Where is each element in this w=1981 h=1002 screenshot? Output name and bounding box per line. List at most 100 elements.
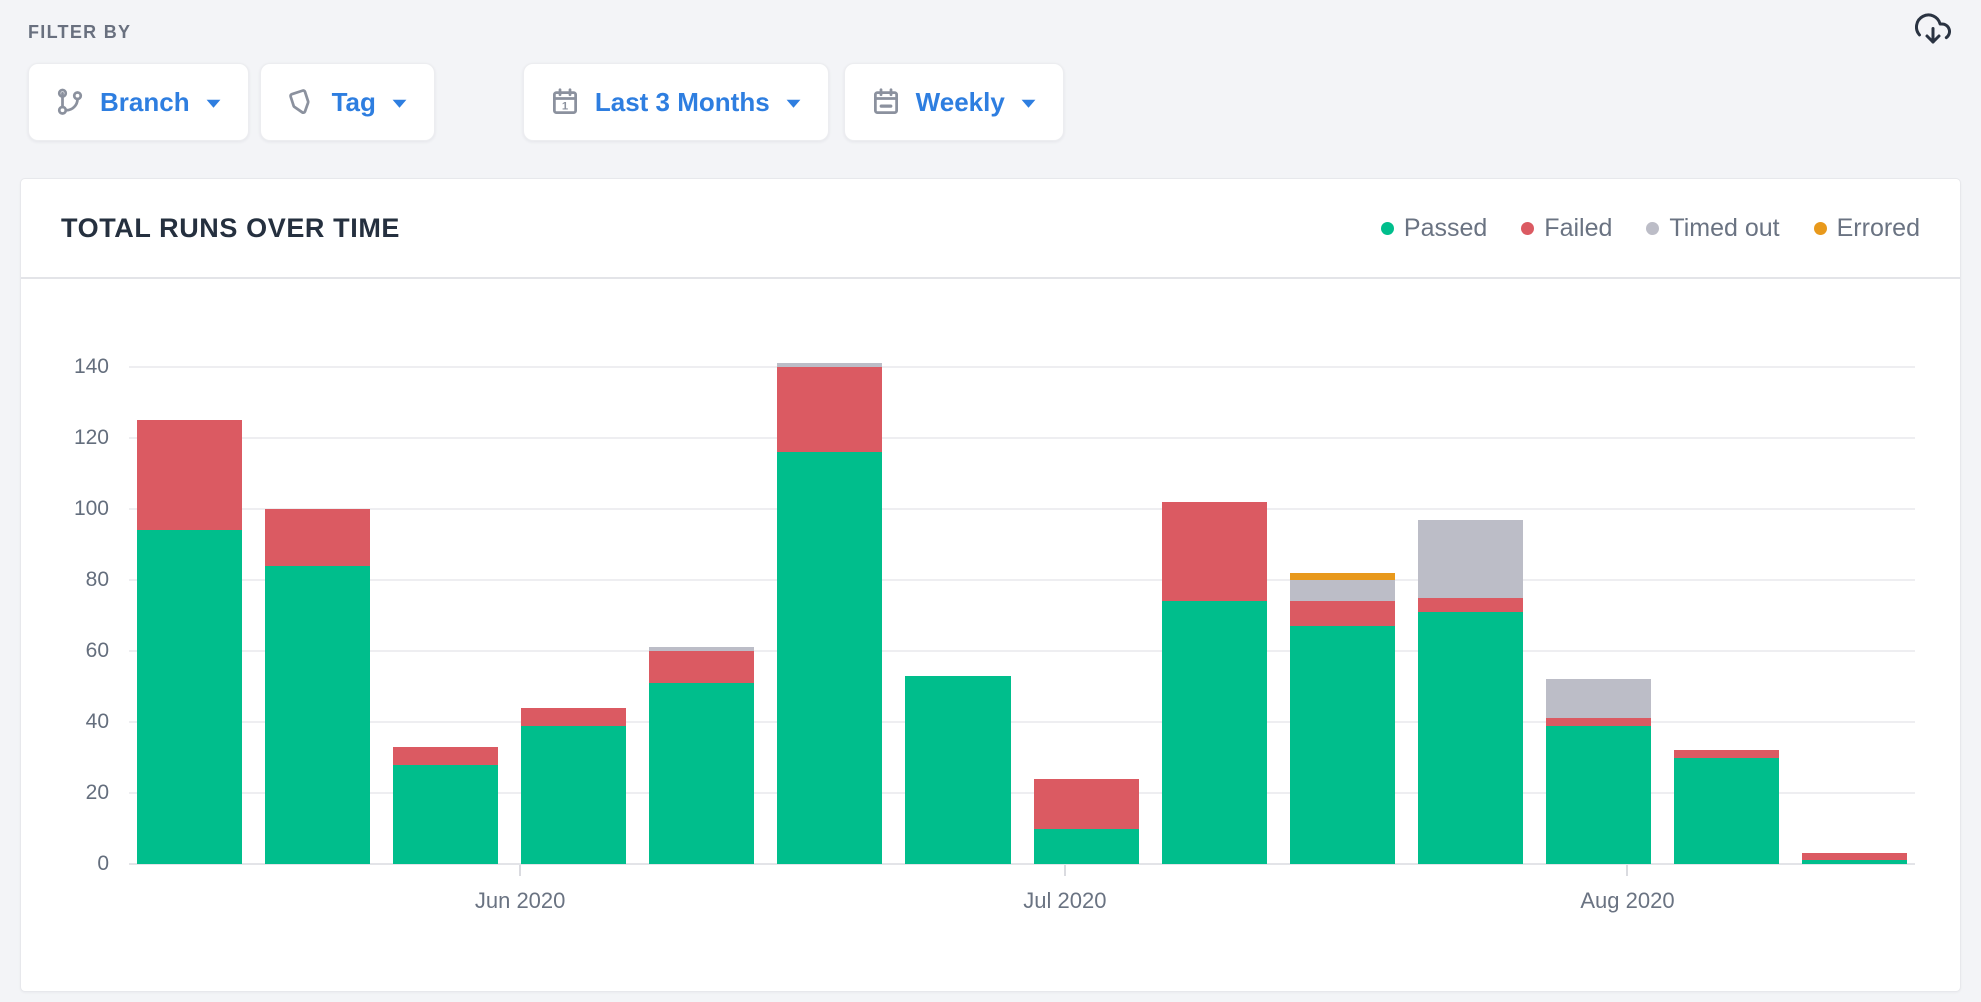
x-axis-tick: [1626, 865, 1628, 876]
bar-segment-failed[interactable]: [1418, 598, 1523, 612]
y-axis-tick-label: 40: [37, 710, 109, 734]
x-axis-month-label: Jun 2020: [475, 888, 566, 914]
y-axis-tick-label: 140: [37, 355, 109, 379]
x-axis-month-label: Aug 2020: [1580, 888, 1674, 914]
bar-segment-failed[interactable]: [1546, 718, 1651, 725]
filter-buttons-row: Branch Tag 1 Last 3 Months Weekly: [28, 63, 1064, 141]
bar-segment-failed[interactable]: [1674, 750, 1779, 757]
stacked-bar-chart: 020406080100120140Jun 2020Jul 2020Aug 20…: [129, 367, 1915, 864]
y-axis-tick-label: 0: [37, 852, 109, 876]
bar-wk4[interactable]: [521, 708, 626, 864]
calendar-date-icon: 1: [550, 87, 580, 117]
bar-segment-passed[interactable]: [137, 530, 242, 864]
bar-segment-passed[interactable]: [777, 452, 882, 864]
bar-wk14[interactable]: [1802, 853, 1907, 864]
bar-segment-passed[interactable]: [1418, 612, 1523, 864]
svg-text:1: 1: [562, 101, 568, 113]
legend-label: Errored: [1837, 214, 1920, 243]
legend-dot-icon: [1521, 222, 1534, 235]
bar-wk10[interactable]: [1290, 573, 1395, 864]
calendar-weekly-icon: [871, 87, 901, 117]
bar-wk7[interactable]: [905, 676, 1010, 864]
bar-wk3[interactable]: [393, 747, 498, 864]
dashboard: FILTER BY BranchTag1Last 3 MonthsWeekly …: [0, 0, 1981, 1002]
card-title: TOTAL RUNS OVER TIME: [61, 213, 400, 244]
chart-legend: Passed Failed Timed out Errored: [1381, 214, 1920, 243]
bar-segment-timed-out[interactable]: [1290, 580, 1395, 601]
filter-daterange-button[interactable]: 1 Last 3 Months: [523, 63, 829, 141]
bar-segment-passed[interactable]: [1674, 758, 1779, 865]
bar-segment-errored[interactable]: [1290, 573, 1395, 580]
cloud-download-icon: [1915, 12, 1951, 48]
y-axis-tick-label: 100: [37, 497, 109, 521]
bar-wk5[interactable]: [649, 647, 754, 864]
y-axis-tick-label: 20: [37, 781, 109, 805]
filter-branch-button[interactable]: Branch: [28, 63, 249, 141]
y-axis-tick-label: 80: [37, 568, 109, 592]
bars-container: [129, 367, 1915, 864]
bar-segment-passed[interactable]: [1546, 726, 1651, 864]
bar-segment-failed[interactable]: [521, 708, 626, 726]
bar-segment-timed-out[interactable]: [1546, 679, 1651, 718]
bar-segment-failed[interactable]: [1290, 601, 1395, 626]
bar-segment-passed[interactable]: [521, 726, 626, 864]
tag-icon: [287, 87, 317, 117]
bar-segment-passed[interactable]: [265, 566, 370, 864]
git-branch-icon: [55, 87, 85, 117]
bar-segment-failed[interactable]: [265, 509, 370, 566]
filter-interval-button[interactable]: Weekly: [844, 63, 1064, 141]
bar-segment-failed[interactable]: [1802, 853, 1907, 860]
legend-label: Failed: [1544, 214, 1612, 243]
bar-segment-passed[interactable]: [1034, 829, 1139, 865]
bar-segment-failed[interactable]: [137, 420, 242, 530]
bar-segment-passed[interactable]: [1162, 601, 1267, 864]
chevron-down-icon: [785, 97, 802, 110]
bar-segment-timed-out[interactable]: [1418, 520, 1523, 598]
total-runs-card: TOTAL RUNS OVER TIME Passed Failed Timed o…: [20, 178, 1961, 992]
legend-item-timed-out[interactable]: Timed out: [1646, 214, 1779, 243]
bar-segment-passed[interactable]: [1290, 626, 1395, 864]
card-header: TOTAL RUNS OVER TIME Passed Failed Timed o…: [21, 179, 1960, 279]
bar-segment-passed[interactable]: [1802, 860, 1907, 864]
bar-wk1[interactable]: [137, 420, 242, 864]
download-report-button[interactable]: [1911, 8, 1955, 52]
legend-item-failed[interactable]: Failed: [1521, 214, 1612, 243]
y-axis-tick-label: 120: [37, 426, 109, 450]
filter-daterange-label: Last 3 Months: [595, 87, 770, 118]
bar-segment-failed[interactable]: [777, 367, 882, 452]
bar-wk13[interactable]: [1674, 750, 1779, 864]
filter-tag-button[interactable]: Tag: [260, 63, 435, 141]
x-axis-month-label: Jul 2020: [1023, 888, 1106, 914]
chevron-down-icon: [205, 97, 222, 110]
bar-segment-passed[interactable]: [905, 676, 1010, 864]
bar-segment-passed[interactable]: [649, 683, 754, 864]
filter-tag-label: Tag: [332, 87, 376, 118]
chevron-down-icon: [1020, 97, 1037, 110]
bar-segment-failed[interactable]: [393, 747, 498, 765]
filter-by-label: FILTER BY: [28, 22, 131, 43]
bar-wk12[interactable]: [1546, 679, 1651, 864]
legend-dot-icon: [1381, 222, 1394, 235]
bar-wk9[interactable]: [1162, 502, 1267, 864]
bar-segment-failed[interactable]: [1034, 779, 1139, 829]
bar-wk11[interactable]: [1418, 520, 1523, 864]
chart-section: 0 20 40 60 80 100 120 140 Jun 2020 Jul 2020 Aug 20…: [21, 279, 1960, 989]
bar-segment-failed[interactable]: [1162, 502, 1267, 601]
bar-wk2[interactable]: [265, 509, 370, 864]
x-axis-tick: [1064, 865, 1066, 876]
x-axis-tick: [519, 865, 521, 876]
chevron-down-icon: [391, 97, 408, 110]
filter-interval-label: Weekly: [916, 87, 1005, 118]
legend-item-passed[interactable]: Passed: [1381, 214, 1487, 243]
legend-label: Timed out: [1669, 214, 1779, 243]
y-axis-tick-label: 60: [37, 639, 109, 663]
legend-label: Passed: [1404, 214, 1487, 243]
legend-dot-icon: [1646, 222, 1659, 235]
bar-segment-failed[interactable]: [649, 651, 754, 683]
filter-branch-label: Branch: [100, 87, 190, 118]
bar-segment-passed[interactable]: [393, 765, 498, 864]
legend-dot-icon: [1814, 222, 1827, 235]
bar-wk8[interactable]: [1034, 779, 1139, 864]
legend-item-errored[interactable]: Errored: [1814, 214, 1920, 243]
bar-wk6[interactable]: [777, 363, 882, 864]
